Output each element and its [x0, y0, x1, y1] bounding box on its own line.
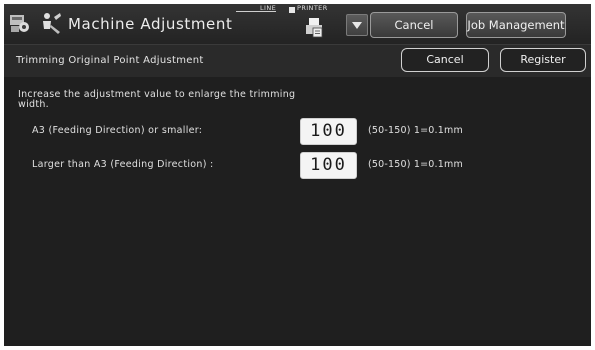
register-button[interactable]: Register [500, 48, 586, 72]
top-header: Machine Adjustment LINE PRINTER Cancel J… [4, 4, 591, 44]
machine-adjustment-screen: Machine Adjustment LINE PRINTER Cancel J… [4, 4, 591, 346]
a3-or-smaller-value-field[interactable]: 100 [300, 118, 357, 145]
settings-copier-icon[interactable] [9, 12, 31, 34]
cancel-button[interactable]: Cancel [401, 48, 489, 72]
job-management-button[interactable]: Job Management [466, 12, 566, 38]
section-title: Trimming Original Point Adjustment [16, 55, 204, 66]
instruction-text: Increase the adjustment value to enlarge… [18, 89, 296, 110]
a3-or-smaller-range: (50-150) 1=0.1mm [368, 125, 463, 136]
printer-queue-icon[interactable] [304, 16, 326, 38]
line-label: LINE [260, 4, 277, 12]
printer-status-square [289, 7, 295, 13]
printer-label: PRINTER [297, 4, 328, 12]
wrench-person-icon [43, 13, 61, 34]
larger-than-a3-label: Larger than A3 (Feeding Direction) : [32, 159, 214, 170]
status-dropdown-button[interactable] [346, 14, 368, 36]
larger-than-a3-value-field[interactable]: 100 [300, 152, 357, 179]
page-title: Machine Adjustment [68, 15, 233, 33]
a3-or-smaller-label: A3 (Feeding Direction) or smaller: [32, 125, 203, 136]
sub-header: Trimming Original Point Adjustment Cance… [4, 44, 591, 77]
triangle-down-icon [352, 22, 362, 29]
larger-than-a3-range: (50-150) 1=0.1mm [368, 159, 463, 170]
header-cancel-button[interactable]: Cancel [370, 12, 458, 38]
